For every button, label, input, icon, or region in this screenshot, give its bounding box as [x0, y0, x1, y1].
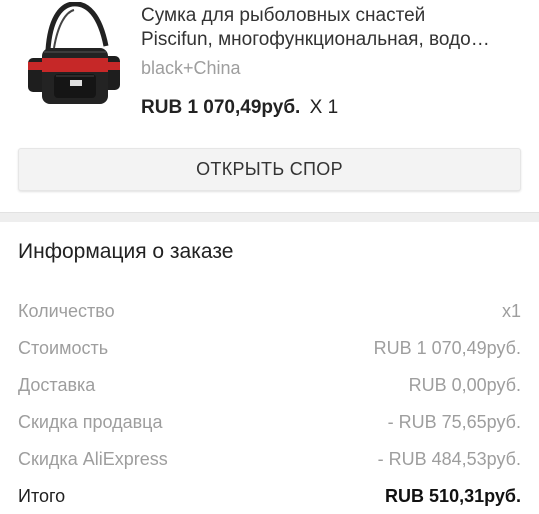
order-info-row-shipping: Доставка RUB 0,00руб. [18, 372, 521, 398]
total-label: Итого [18, 485, 66, 506]
order-info-row-total: Итого RUB 510,31руб. [18, 483, 521, 509]
row-value: - RUB 75,65руб. [387, 411, 521, 432]
row-value: RUB 1 070,49руб. [373, 337, 521, 358]
row-label: Количество [18, 300, 115, 321]
product-title-line-2: Piscifun, многофункциональная, водо… [141, 29, 490, 50]
product-quantity: X 1 [309, 97, 339, 118]
order-info-title: Информация о заказе [18, 240, 234, 263]
order-product-card[interactable]: Сумка для рыболовных снастей Piscifun, м… [0, 0, 539, 140]
product-price-row: RUB 1 070,49руб. X 1 [141, 97, 338, 119]
fishing-bag-icon [28, 1, 120, 104]
total-value: RUB 510,31руб. [385, 485, 521, 506]
row-label: Стоимость [18, 337, 109, 358]
section-divider [0, 212, 539, 222]
open-dispute-button[interactable]: ОТКРЫТЬ СПОР [18, 148, 521, 191]
order-info-row-aliexpress-discount: Скидка AliExpress - RUB 484,53руб. [18, 446, 521, 472]
order-detail-page: Сумка для рыболовных снастей Piscifun, м… [0, 0, 539, 514]
row-label: Доставка [18, 374, 96, 395]
order-info-row-quantity: Количество x1 [18, 298, 521, 324]
row-value: - RUB 484,53руб. [377, 448, 521, 469]
product-title-line-1: Сумка для рыболовных снастей [141, 5, 426, 26]
product-variant: black+China [141, 58, 241, 78]
order-info-row-seller-discount: Скидка продавца - RUB 75,65руб. [18, 409, 521, 435]
product-title[interactable]: Сумка для рыболовных снастей Piscifun, м… [141, 4, 531, 52]
product-image[interactable] [18, 1, 126, 112]
row-label: Скидка продавца [18, 411, 163, 432]
row-label: Скидка AliExpress [18, 448, 168, 469]
order-info-row-cost: Стоимость RUB 1 070,49руб. [18, 335, 521, 361]
row-value: RUB 0,00руб. [408, 374, 521, 395]
product-price: RUB 1 070,49руб. [141, 97, 301, 118]
row-value: x1 [501, 300, 521, 321]
